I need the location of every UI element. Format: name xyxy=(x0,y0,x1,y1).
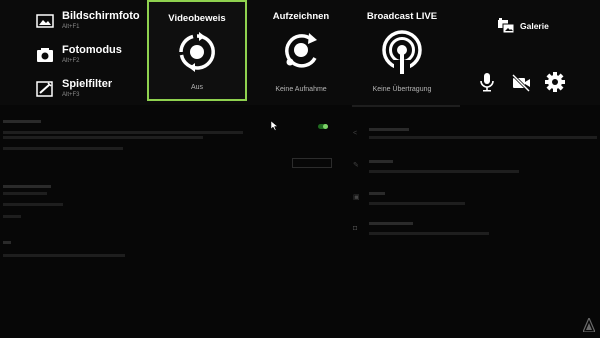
corner-logo-icon xyxy=(583,318,595,332)
bg-text-line xyxy=(369,136,597,139)
bg-text-line xyxy=(369,232,489,235)
bg-section-heading xyxy=(3,241,11,244)
filter-icon xyxy=(36,81,53,97)
quick-action-label: Bildschirmfoto xyxy=(62,10,140,22)
bg-text-line xyxy=(3,136,203,139)
tile-title: Videobeweis xyxy=(168,13,226,24)
bg-text-line xyxy=(3,215,21,218)
bg-toggle-switch[interactable] xyxy=(318,124,328,129)
bg-section-heading xyxy=(3,185,51,188)
bg-button[interactable] xyxy=(292,158,332,168)
bg-item-heading xyxy=(369,160,393,163)
bg-section-heading xyxy=(3,120,41,123)
bg-text-line xyxy=(369,170,519,173)
gallery-button[interactable]: Galerie xyxy=(498,18,549,34)
tile-instant-replay[interactable]: Videobeweis Aus xyxy=(147,0,247,101)
camera-icon xyxy=(37,48,53,62)
quick-action-shortcut: Alt+F3 xyxy=(62,92,80,98)
tile-title: Broadcast LIVE xyxy=(366,11,438,22)
vr-icon: ◘ xyxy=(353,225,358,232)
quick-action-shortcut: Alt+F1 xyxy=(62,24,80,30)
settings-icon[interactable] xyxy=(545,72,565,92)
bg-item-heading xyxy=(369,192,385,195)
quick-action-photo-mode[interactable]: Fotomodus Alt+F2 xyxy=(36,44,122,66)
broadcast-icon xyxy=(382,30,422,74)
screenshot-icon xyxy=(36,14,54,28)
microphone-icon[interactable] xyxy=(479,72,495,92)
bg-text-line xyxy=(3,131,243,134)
tile-broadcast-live[interactable]: Broadcast LIVE Keine Übertragung xyxy=(352,0,452,101)
tile-status: Keine Übertragung xyxy=(372,86,432,93)
camera-off-icon[interactable] xyxy=(511,74,531,92)
bg-text-line xyxy=(3,192,47,195)
instant-replay-icon xyxy=(179,32,215,72)
gallery-label: Galerie xyxy=(520,21,549,31)
quick-action-label: Fotomodus xyxy=(62,44,122,56)
tile-record[interactable]: Aufzeichnen Keine Aufnahme xyxy=(251,0,351,101)
bg-text-line xyxy=(369,202,465,205)
tile-status: Keine Aufnahme xyxy=(275,86,327,93)
camera-small-icon: ▣ xyxy=(353,194,360,201)
bg-text-line xyxy=(3,147,123,150)
bg-item-heading xyxy=(369,128,409,131)
quick-action-game-filter[interactable]: Spielfilter Alt+F3 xyxy=(36,78,112,100)
quick-action-screenshot[interactable]: Bildschirmfoto Alt+F1 xyxy=(36,10,140,32)
edit-icon: ✎ xyxy=(353,162,359,169)
bg-text-line xyxy=(3,203,63,206)
mouse-cursor xyxy=(271,121,278,131)
bg-item-heading xyxy=(369,222,413,225)
tile-title: Aufzeichnen xyxy=(272,11,330,22)
quick-action-label: Spielfilter xyxy=(62,78,113,90)
record-icon xyxy=(285,33,317,68)
gallery-icon xyxy=(498,18,514,34)
tile-status: Aus xyxy=(190,84,204,91)
share-icon: < xyxy=(353,130,358,137)
quick-action-shortcut: Alt+F2 xyxy=(62,58,80,64)
bg-text-line xyxy=(3,254,125,257)
